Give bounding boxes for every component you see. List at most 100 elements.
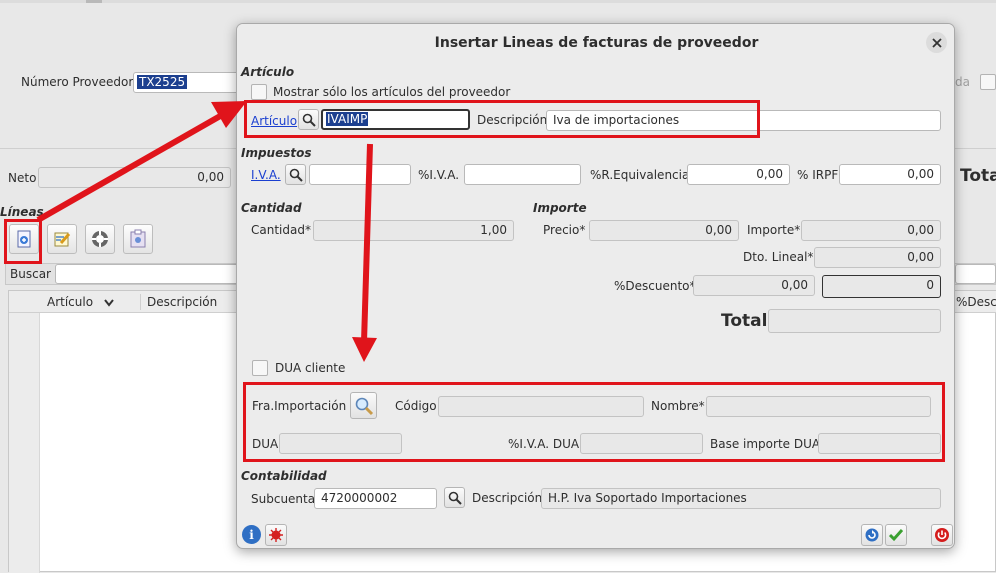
lineas-label: Líneas <box>0 205 44 219</box>
subcuenta-search-button[interactable] <box>444 487 465 508</box>
cancel-button[interactable] <box>931 524 953 546</box>
articulo-link[interactable]: Artículo <box>251 114 297 128</box>
insert-line-icon <box>17 230 31 248</box>
column-header-articulo[interactable]: Artículo <box>47 295 93 309</box>
importe-label: Importe* <box>747 223 801 237</box>
cantidad-label: Cantidad* <box>251 223 311 237</box>
dua-label: DUA <box>252 437 279 451</box>
neto-label: Neto <box>8 171 37 185</box>
iva-dua-input[interactable] <box>580 433 703 454</box>
lifebuoy-icon <box>92 231 108 247</box>
articulo-value: IVAIMP <box>326 112 369 126</box>
subcuenta-desc-input[interactable]: H.P. Iva Soportado Importaciones <box>541 488 941 509</box>
descuento-total-field: 0 <box>822 275 941 298</box>
nombre-input[interactable] <box>706 396 931 417</box>
total-label: Total <box>721 311 768 331</box>
search-icon <box>289 168 303 182</box>
refresh-icon <box>865 528 879 542</box>
edit-line-icon <box>54 232 71 247</box>
bug-icon <box>269 528 283 542</box>
buscar-input-right[interactable] <box>955 264 996 284</box>
pct-iva-label: %I.V.A. <box>418 168 460 182</box>
magnifier-icon <box>355 397 373 415</box>
descripcion-label: Descripción <box>477 113 548 127</box>
dialog-title: Insertar Lineas de facturas de proveedor <box>434 35 759 51</box>
descuento-label: %Descuento* <box>614 279 696 293</box>
irpf-input[interactable]: 0,00 <box>839 164 941 185</box>
nombre-label: Nombre* <box>651 399 705 413</box>
articulo-input[interactable]: IVAIMP <box>321 109 470 130</box>
close-icon <box>931 37 942 48</box>
top-control <box>86 0 102 3</box>
numero-proveedor-value: TX2525 <box>137 75 188 89</box>
info-button[interactable]: i <box>242 525 261 544</box>
base-dua-label: Base importe DUA <box>710 437 821 451</box>
neto-field: 0,00 <box>38 167 231 188</box>
bug-report-button[interactable] <box>265 524 287 546</box>
right-checkbox[interactable] <box>980 74 996 90</box>
chevron-down-icon <box>104 299 114 307</box>
checkmark-icon <box>888 529 904 542</box>
search-icon <box>448 491 462 505</box>
total-label: Tota <box>960 166 996 186</box>
pct-iva-input[interactable] <box>464 164 581 185</box>
precio-label: Precio* <box>543 223 586 237</box>
req-input[interactable]: 0,00 <box>687 164 790 185</box>
dua-checkbox[interactable] <box>252 360 268 376</box>
insert-line-button[interactable] <box>9 224 39 254</box>
dua-checkbox-label: DUA cliente <box>275 361 346 375</box>
importe-section-title: Importe <box>533 201 587 215</box>
contabilidad-section-title: Contabilidad <box>241 469 327 483</box>
column-header-descuento[interactable]: %Descue <box>956 295 996 309</box>
paste-line-button[interactable] <box>123 224 153 254</box>
dua-input[interactable] <box>279 433 402 454</box>
refresh-button[interactable] <box>861 524 883 546</box>
descuento-input[interactable]: 0,00 <box>693 275 815 296</box>
base-dua-input[interactable] <box>818 433 941 454</box>
irpf-label: % IRPF <box>797 168 839 182</box>
precio-input[interactable]: 0,00 <box>589 220 739 241</box>
articulo-search-button[interactable] <box>298 109 319 130</box>
mostrar-checkbox[interactable] <box>251 84 267 100</box>
iva-input[interactable] <box>309 164 411 185</box>
fra-importacion-label: Fra.Importación <box>252 399 347 413</box>
clipboard-icon <box>130 229 146 248</box>
mostrar-checkbox-label: Mostrar sólo los artículos del proveedor <box>273 85 511 99</box>
iva-link[interactable]: I.V.A. <box>251 168 281 182</box>
top-strip <box>0 0 996 3</box>
numero-proveedor-field[interactable]: TX2525 <box>133 72 243 93</box>
search-icon <box>302 113 316 127</box>
importe-input[interactable]: 0,00 <box>801 220 941 241</box>
info-icon: i <box>249 527 254 542</box>
subcuenta-input[interactable]: 4720000002 <box>314 488 437 509</box>
buscar-input[interactable] <box>55 264 255 284</box>
descripcion-input[interactable]: Iva de importaciones <box>546 110 941 131</box>
column-header-descripcion[interactable]: Descripción <box>147 295 217 309</box>
edit-line-button[interactable] <box>47 224 77 254</box>
accept-button[interactable] <box>885 524 907 546</box>
right-cut-label: da <box>955 75 970 89</box>
dto-lineal-label: Dto. Lineal* <box>743 250 814 264</box>
power-off-icon <box>935 528 949 542</box>
codigo-label: Código <box>395 399 437 413</box>
iva-search-button[interactable] <box>285 164 306 185</box>
column-divider <box>140 294 141 310</box>
iva-dua-label: %I.V.A. DUA <box>508 437 580 451</box>
total-field <box>768 309 941 333</box>
articulo-section-title: Artículo <box>241 65 295 79</box>
buscar-label: Buscar <box>10 267 51 281</box>
subcuenta-label: Subcuenta <box>251 492 316 506</box>
cantidad-section-title: Cantidad <box>241 201 302 215</box>
impuestos-section-title: Impuestos <box>241 146 312 160</box>
codigo-input[interactable] <box>438 396 644 417</box>
delete-line-button[interactable] <box>85 224 115 254</box>
dto-lineal-input[interactable]: 0,00 <box>814 247 941 268</box>
req-label: %R.Equivalencia <box>590 168 690 182</box>
close-button[interactable] <box>926 32 947 53</box>
insert-lines-dialog: Insertar Lineas de facturas de proveedor… <box>236 23 955 549</box>
subcuenta-desc-label: Descripción <box>472 491 543 505</box>
numero-proveedor-label: Número Proveedor <box>21 75 134 89</box>
table-row-header-column <box>9 313 40 573</box>
fra-importacion-button[interactable] <box>350 392 377 419</box>
cantidad-input[interactable]: 1,00 <box>313 220 514 241</box>
